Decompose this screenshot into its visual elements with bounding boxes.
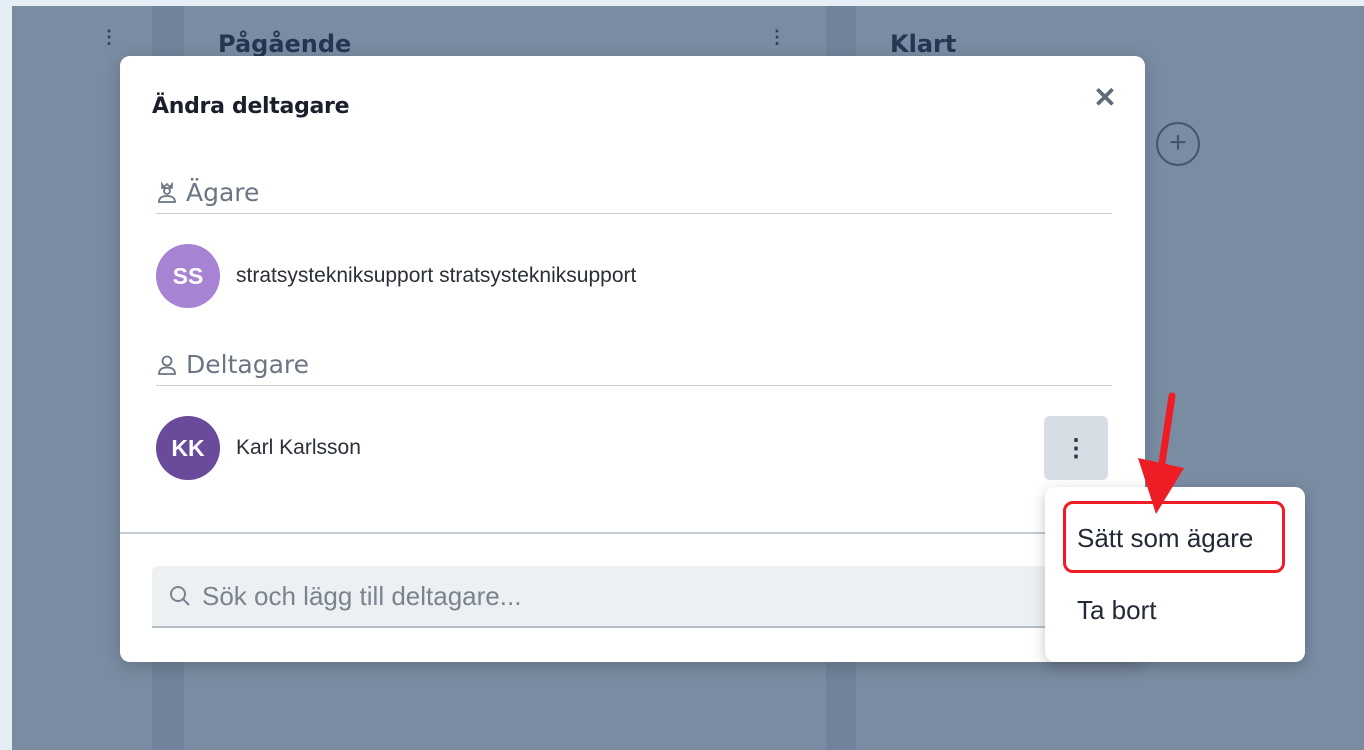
divider: [120, 532, 1145, 534]
participant-name: Karl Karlsson: [236, 436, 361, 459]
annotation-arrow-icon: [1138, 392, 1184, 514]
set-as-owner-menu-item[interactable]: Sätt som ägare: [1063, 507, 1285, 569]
participants-section-label: Deltagare: [186, 350, 309, 379]
participant-row: KK Karl Karlsson ⋮: [156, 416, 1112, 480]
edit-participants-dialog: Ändra deltagare ✕ Ägare SS stratsystekni…: [120, 56, 1145, 662]
participants-section-header: Deltagare: [156, 344, 1112, 386]
dialog-title: Ändra deltagare: [152, 94, 350, 119]
owner-icon: [158, 181, 176, 203]
owner-name: stratsystekniksupport stratsystekniksupp…: [236, 264, 637, 287]
close-icon[interactable]: ✕: [1091, 84, 1119, 112]
owners-section-header: Ägare: [156, 172, 1112, 214]
column-menu-icon[interactable]: ⋮: [100, 28, 118, 46]
column-title: Klart: [890, 30, 957, 58]
avatar: SS: [156, 244, 220, 308]
participant-options-button[interactable]: ⋮: [1044, 416, 1108, 480]
search-field[interactable]: [152, 566, 1112, 628]
column-title: Pågående: [218, 30, 352, 58]
user-icon: [158, 355, 176, 375]
owners-section-label: Ägare: [186, 178, 260, 207]
remove-menu-item[interactable]: Ta bort: [1063, 579, 1285, 641]
more-vertical-icon: ⋮: [1064, 434, 1088, 462]
search-input[interactable]: [202, 580, 1062, 612]
avatar: KK: [156, 416, 220, 480]
owner-row: SS stratsystekniksupport stratsystekniks…: [156, 244, 1112, 308]
column-menu-icon[interactable]: ⋮: [768, 28, 786, 46]
add-card-icon[interactable]: +: [1156, 122, 1200, 166]
search-icon: [170, 586, 190, 606]
